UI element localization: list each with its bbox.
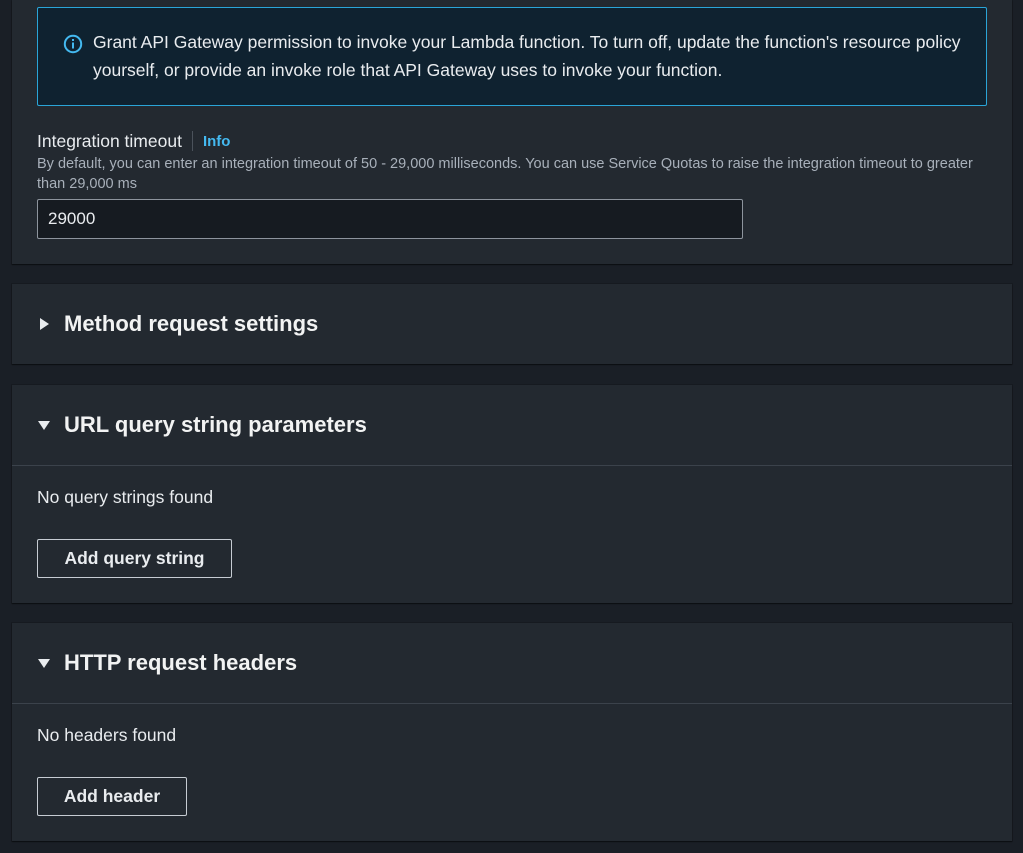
url-query-string-parameters-title: URL query string parameters <box>64 412 367 437</box>
add-header-button[interactable]: Add header <box>37 777 187 816</box>
panel-divider <box>12 465 1012 466</box>
http-request-headers-header[interactable]: HTTP request headers <box>12 623 1012 703</box>
caret-down-icon <box>37 656 51 670</box>
alert-message: Grant API Gateway permission to invoke y… <box>93 32 961 80</box>
label-separator <box>191 131 193 151</box>
info-link[interactable]: Info <box>203 133 231 150</box>
integration-timeout-label: Integration timeout <box>37 130 182 151</box>
permission-info-alert: Grant API Gateway permission to invoke y… <box>37 7 987 106</box>
integration-timeout-label-row: Integration timeout Info <box>37 128 230 154</box>
caret-down-icon <box>37 418 51 432</box>
info-circle-icon <box>63 34 83 54</box>
url-query-string-parameters-header[interactable]: URL query string parameters <box>12 385 1012 465</box>
panel-divider <box>12 703 1012 704</box>
integration-timeout-description: By default, you can enter an integration… <box>37 156 973 192</box>
integration-timeout-input[interactable] <box>37 199 743 239</box>
no-query-strings-text: No query strings found <box>37 487 214 507</box>
http-request-headers-title: HTTP request headers <box>64 650 298 675</box>
integration-settings-panel: Grant API Gateway permission to invoke y… <box>12 0 1012 264</box>
add-query-string-button[interactable]: Add query string <box>37 539 232 578</box>
caret-right-icon <box>37 317 51 331</box>
method-request-settings-header[interactable]: Method request settings <box>12 284 1012 364</box>
method-request-settings-title: Method request settings <box>64 311 319 336</box>
method-request-settings-panel: Method request settings <box>12 284 1012 364</box>
url-query-string-parameters-panel: URL query string parameters No query str… <box>12 385 1012 603</box>
no-headers-text: No headers found <box>37 725 177 745</box>
http-request-headers-panel: HTTP request headers No headers found Ad… <box>12 623 1012 841</box>
